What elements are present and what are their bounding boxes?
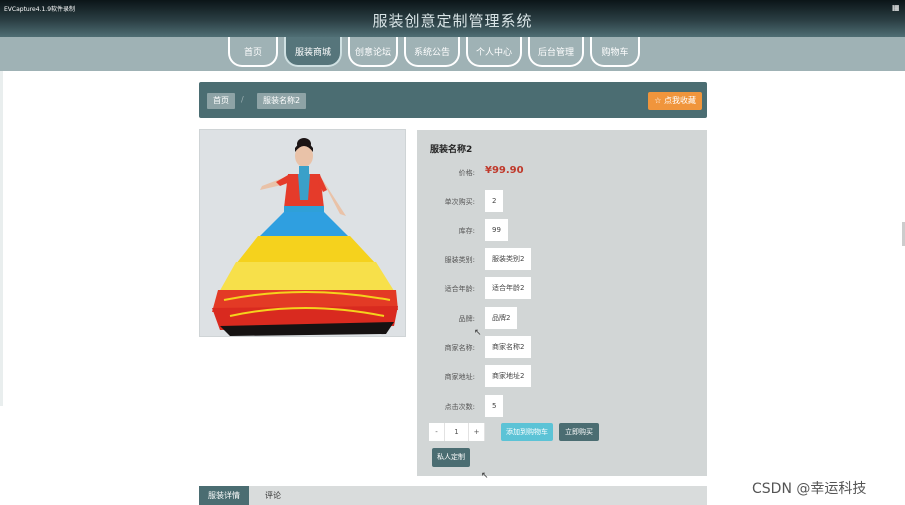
product-price: ¥99.90 bbox=[485, 165, 524, 176]
quantity-plus-button[interactable]: + bbox=[469, 423, 485, 441]
field-value: 服装类别2 bbox=[485, 248, 532, 270]
add-to-cart-button[interactable]: 添加到购物车 bbox=[501, 423, 553, 441]
breadcrumb-home[interactable]: 首页 bbox=[207, 93, 235, 109]
quantity-minus-button[interactable]: - bbox=[429, 423, 445, 441]
field-label: 库存: bbox=[458, 227, 475, 235]
nav-item-personal-center[interactable]: 个人中心 bbox=[466, 37, 522, 67]
detail-tabs: 服装详情 评论 bbox=[199, 486, 707, 505]
watermark: CSDN @幸运科技 bbox=[752, 481, 867, 497]
product-name: 服装名称2 bbox=[430, 145, 473, 155]
favorite-button[interactable]: ☆ 点我收藏 bbox=[648, 92, 702, 110]
site-title: 服装创意定制管理系统 bbox=[372, 12, 533, 30]
field-label: 单次购买: bbox=[444, 198, 475, 206]
breadcrumb: 首页 / 服装名称2 ☆ 点我收藏 bbox=[199, 82, 707, 118]
field-label: 点击次数: bbox=[444, 403, 475, 411]
tab-product-details[interactable]: 服装详情 bbox=[199, 486, 249, 505]
main-nav: 首页 服装商城 创意论坛 系统公告 个人中心 后台管理 购物车 bbox=[0, 37, 905, 71]
nav-item-announcements[interactable]: 系统公告 bbox=[404, 37, 460, 67]
custom-order-button[interactable]: 私人定制 bbox=[432, 448, 470, 467]
field-value: 商家名称2 bbox=[485, 336, 532, 358]
tab-comments[interactable]: 评论 bbox=[256, 486, 290, 505]
product-image bbox=[199, 129, 406, 337]
nav-item-admin[interactable]: 后台管理 bbox=[528, 37, 584, 67]
breadcrumb-current[interactable]: 服装名称2 bbox=[257, 93, 307, 109]
mouse-cursor-icon: ↖ bbox=[481, 471, 489, 481]
field-value: 2 bbox=[485, 190, 504, 212]
dress-photo-icon bbox=[200, 130, 405, 336]
field-label: 商家地址: bbox=[444, 373, 475, 381]
field-value: 品牌2 bbox=[485, 307, 518, 329]
field-label: 品牌: bbox=[458, 315, 475, 323]
field-label: 商家名称: bbox=[444, 344, 475, 352]
field-label: 适合年龄: bbox=[444, 285, 475, 293]
field-value: 5 bbox=[485, 395, 504, 417]
breadcrumb-separator: / bbox=[241, 95, 244, 104]
buy-now-button[interactable]: 立即购买 bbox=[559, 423, 599, 441]
field-value: 99 bbox=[485, 219, 508, 241]
nav-item-mall[interactable]: 服装商城 bbox=[284, 37, 342, 67]
product-detail-panel: 服装名称2 价格: ¥99.90 单次购买: 2 库存: 99 服装类别: 服装… bbox=[417, 130, 707, 476]
quantity-stepper: - 1 + bbox=[429, 423, 485, 441]
nav-item-cart[interactable]: 购物车 bbox=[590, 37, 640, 67]
left-edge-shade bbox=[0, 71, 3, 406]
mouse-cursor-icon: ↖ bbox=[474, 328, 482, 338]
field-value: 商家地址2 bbox=[485, 365, 532, 387]
nav-item-forum[interactable]: 创意论坛 bbox=[348, 37, 398, 67]
quantity-input[interactable]: 1 bbox=[445, 423, 469, 441]
field-label: 服装类别: bbox=[444, 256, 475, 264]
app-header: EVCapture4.1.9软件录制 ▦ 服装创意定制管理系统 bbox=[0, 0, 905, 37]
field-value: 适合年龄2 bbox=[485, 277, 532, 299]
price-label: 价格: bbox=[458, 169, 475, 177]
nav-item-home[interactable]: 首页 bbox=[228, 37, 278, 67]
